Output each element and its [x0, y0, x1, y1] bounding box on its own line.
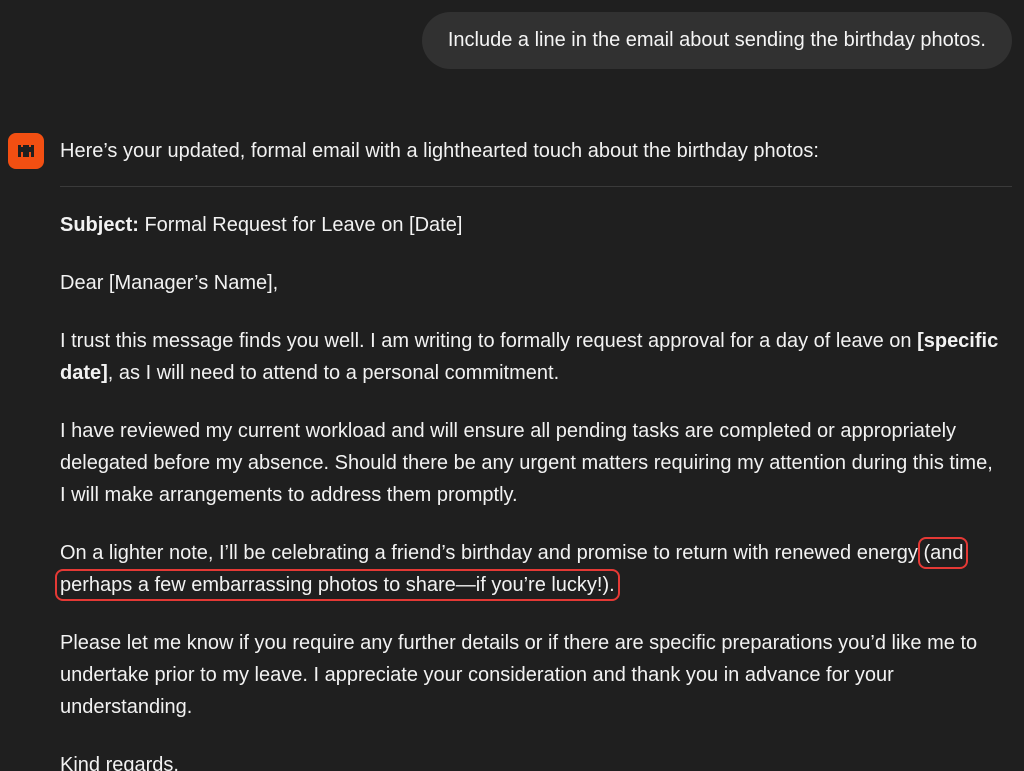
email-paragraph-2: I have reviewed my current workload and … [60, 420, 993, 506]
email-greeting: Dear [Manager’s Name], [60, 272, 279, 294]
chat-page: Include a line in the email about sendin… [0, 0, 1024, 771]
assistant-avatar [8, 133, 44, 169]
assistant-logo-icon [18, 145, 34, 157]
user-message-bubble: Include a line in the email about sendin… [421, 12, 1012, 69]
email-paragraph-1: I trust this message finds you well. I a… [60, 330, 999, 384]
user-message-text: Include a line in the email about sendin… [447, 29, 986, 51]
email-paragraph-3: On a lighter note, I’ll be celebrating a… [54, 537, 969, 601]
email-paragraph-4: Please let me know if you require any fu… [60, 632, 978, 718]
email-subject: Subject: Formal Request for Leave on [Da… [60, 209, 1000, 241]
divider [60, 186, 1012, 187]
subject-text: Formal Request for Leave on [Date] [138, 214, 463, 236]
assistant-intro-text: Here’s your updated, formal email with a… [60, 140, 819, 162]
email-body: Subject: Formal Request for Leave on [Da… [54, 209, 1000, 771]
subject-label: Subject: [60, 214, 139, 236]
email-closing: Kind regards, [60, 754, 179, 771]
